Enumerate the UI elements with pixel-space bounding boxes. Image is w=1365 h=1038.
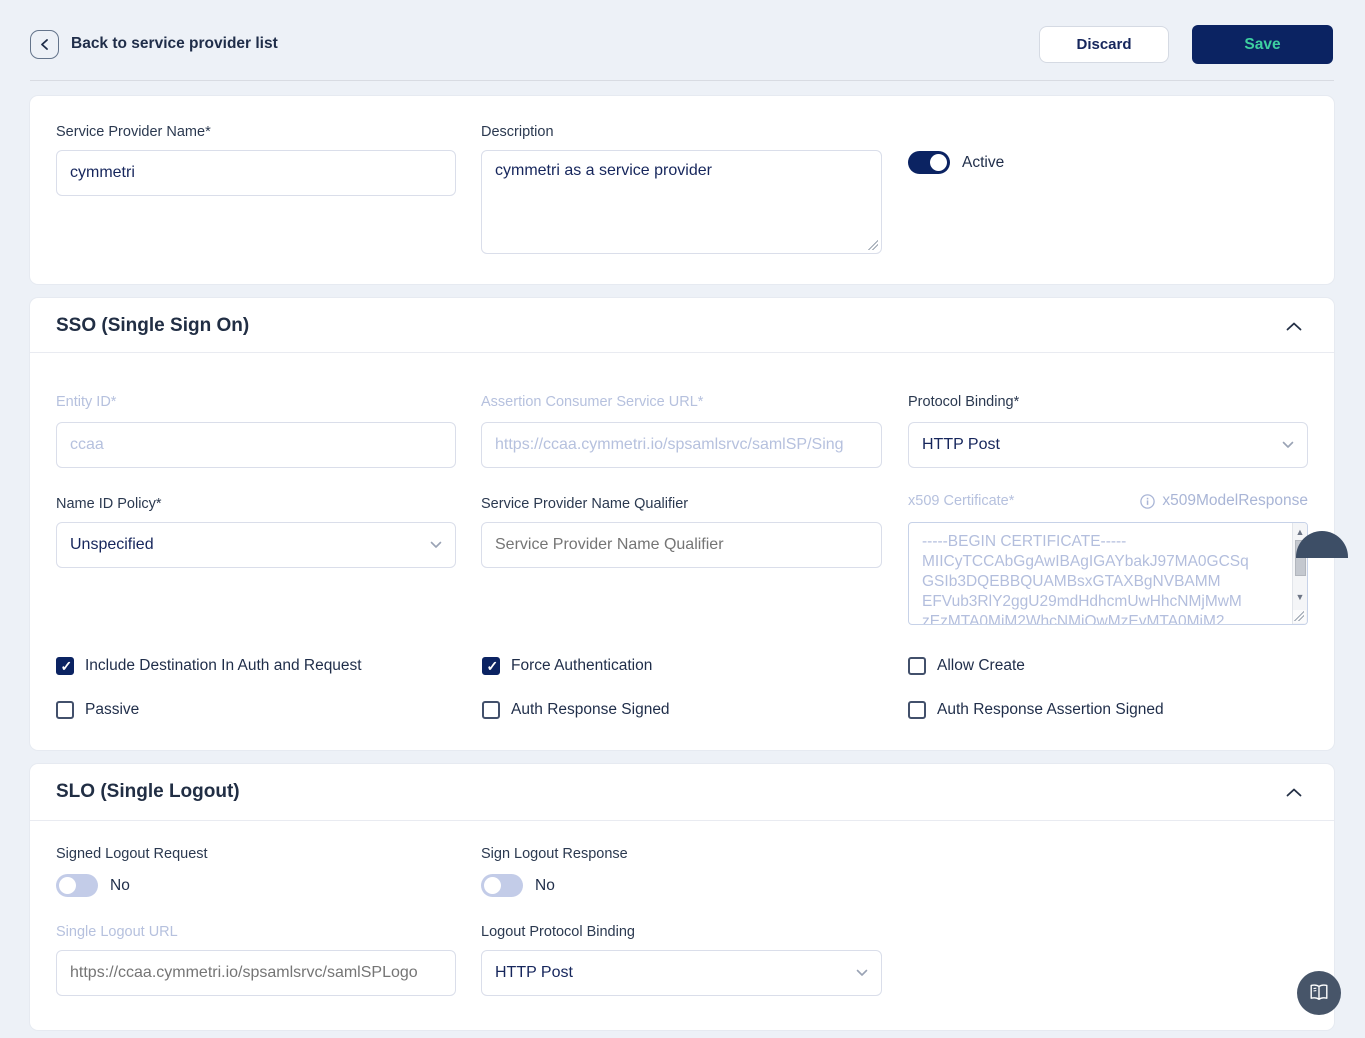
checkbox-icon	[56, 657, 74, 675]
discard-button[interactable]: Discard	[1039, 26, 1169, 63]
sso-collapse-button[interactable]	[1282, 318, 1306, 335]
sign-logout-response-toggle[interactable]	[481, 874, 523, 897]
checkbox-force-authentication[interactable]: Force Authentication	[482, 657, 652, 675]
x509-certificate-value: -----BEGIN CERTIFICATE----- MIICyTCCAbGg…	[922, 533, 1249, 624]
checkbox-icon	[908, 657, 926, 675]
checkbox-passive[interactable]: Passive	[56, 701, 139, 719]
scroll-up-icon[interactable]: ▲	[1295, 527, 1305, 537]
active-toggle-label: Active	[962, 154, 1005, 171]
slo-card: SLO (Single Logout) Signed Logout Reques…	[30, 764, 1334, 1030]
logout-protocol-binding-label: Logout Protocol Binding	[481, 924, 635, 940]
chevron-left-icon	[40, 39, 49, 50]
open-book-icon	[1308, 984, 1330, 1002]
checkbox-icon	[482, 657, 500, 675]
chevron-up-icon	[1286, 788, 1302, 797]
slo-section-title: SLO (Single Logout)	[56, 781, 240, 802]
sso-card: SSO (Single Sign On) Entity ID* Assertio…	[30, 298, 1334, 750]
x509-model-response-link[interactable]: x509ModelResponse	[1140, 492, 1308, 510]
slo-collapse-button[interactable]	[1282, 784, 1306, 801]
signed-logout-request-state: No	[110, 877, 130, 894]
resize-grip-icon[interactable]	[1293, 610, 1306, 623]
x509-certificate-label: x509 Certificate*	[908, 493, 1015, 509]
sso-section-title: SSO (Single Sign On)	[56, 315, 250, 336]
sp-name-qualifier-input[interactable]	[481, 522, 882, 568]
scroll-down-icon[interactable]: ▼	[1295, 592, 1305, 602]
page-title: Back to service provider list	[71, 35, 278, 52]
resize-grip-icon[interactable]	[868, 240, 878, 250]
protocol-binding-select[interactable]: HTTP Post	[908, 422, 1308, 468]
general-card: Service Provider Name* Description cymme…	[30, 96, 1334, 284]
description-label: Description	[481, 124, 554, 140]
topbar-divider	[30, 80, 1334, 81]
sign-logout-response-label: Sign Logout Response	[481, 846, 628, 862]
service-provider-name-input[interactable]	[56, 150, 456, 196]
single-logout-url-label: Single Logout URL	[56, 924, 178, 940]
active-toggle[interactable]	[908, 151, 950, 174]
single-logout-url-input[interactable]	[56, 950, 456, 996]
chevron-down-icon	[1282, 441, 1294, 449]
acs-url-input[interactable]	[481, 422, 882, 468]
back-button[interactable]	[30, 30, 59, 59]
info-icon	[1140, 493, 1156, 509]
description-textarea[interactable]: cymmetri as a service provider	[481, 150, 882, 254]
checkbox-icon	[56, 701, 74, 719]
checkbox-allow-create[interactable]: Allow Create	[908, 657, 1025, 675]
entity-id-label: Entity ID*	[56, 394, 117, 410]
entity-id-input[interactable]	[56, 422, 456, 468]
signed-logout-request-label: Signed Logout Request	[56, 846, 208, 862]
logout-protocol-binding-select[interactable]: HTTP Post	[481, 950, 882, 996]
sp-name-qualifier-label: Service Provider Name Qualifier	[481, 496, 689, 512]
save-button[interactable]: Save	[1192, 25, 1333, 64]
service-provider-name-label: Service Provider Name*	[56, 124, 211, 140]
chevron-up-icon	[1286, 322, 1302, 331]
checkbox-auth-response-signed[interactable]: Auth Response Signed	[482, 701, 670, 719]
chevron-down-icon	[856, 969, 868, 977]
protocol-binding-label: Protocol Binding*	[908, 394, 1020, 410]
checkbox-icon	[482, 701, 500, 719]
name-id-policy-label: Name ID Policy*	[56, 496, 162, 512]
acs-url-label: Assertion Consumer Service URL*	[481, 394, 704, 410]
checkbox-include-destination[interactable]: Include Destination In Auth and Request	[56, 657, 362, 675]
chevron-down-icon	[430, 541, 442, 549]
docs-fab-button[interactable]	[1297, 971, 1341, 1015]
checkbox-icon	[908, 701, 926, 719]
name-id-policy-select[interactable]: Unspecified	[56, 522, 456, 568]
signed-logout-request-toggle[interactable]	[56, 874, 98, 897]
checkbox-auth-response-assertion-signed[interactable]: Auth Response Assertion Signed	[908, 701, 1164, 719]
sign-logout-response-state: No	[535, 877, 555, 894]
x509-certificate-textarea[interactable]: -----BEGIN CERTIFICATE----- MIICyTCCAbGg…	[908, 522, 1308, 625]
